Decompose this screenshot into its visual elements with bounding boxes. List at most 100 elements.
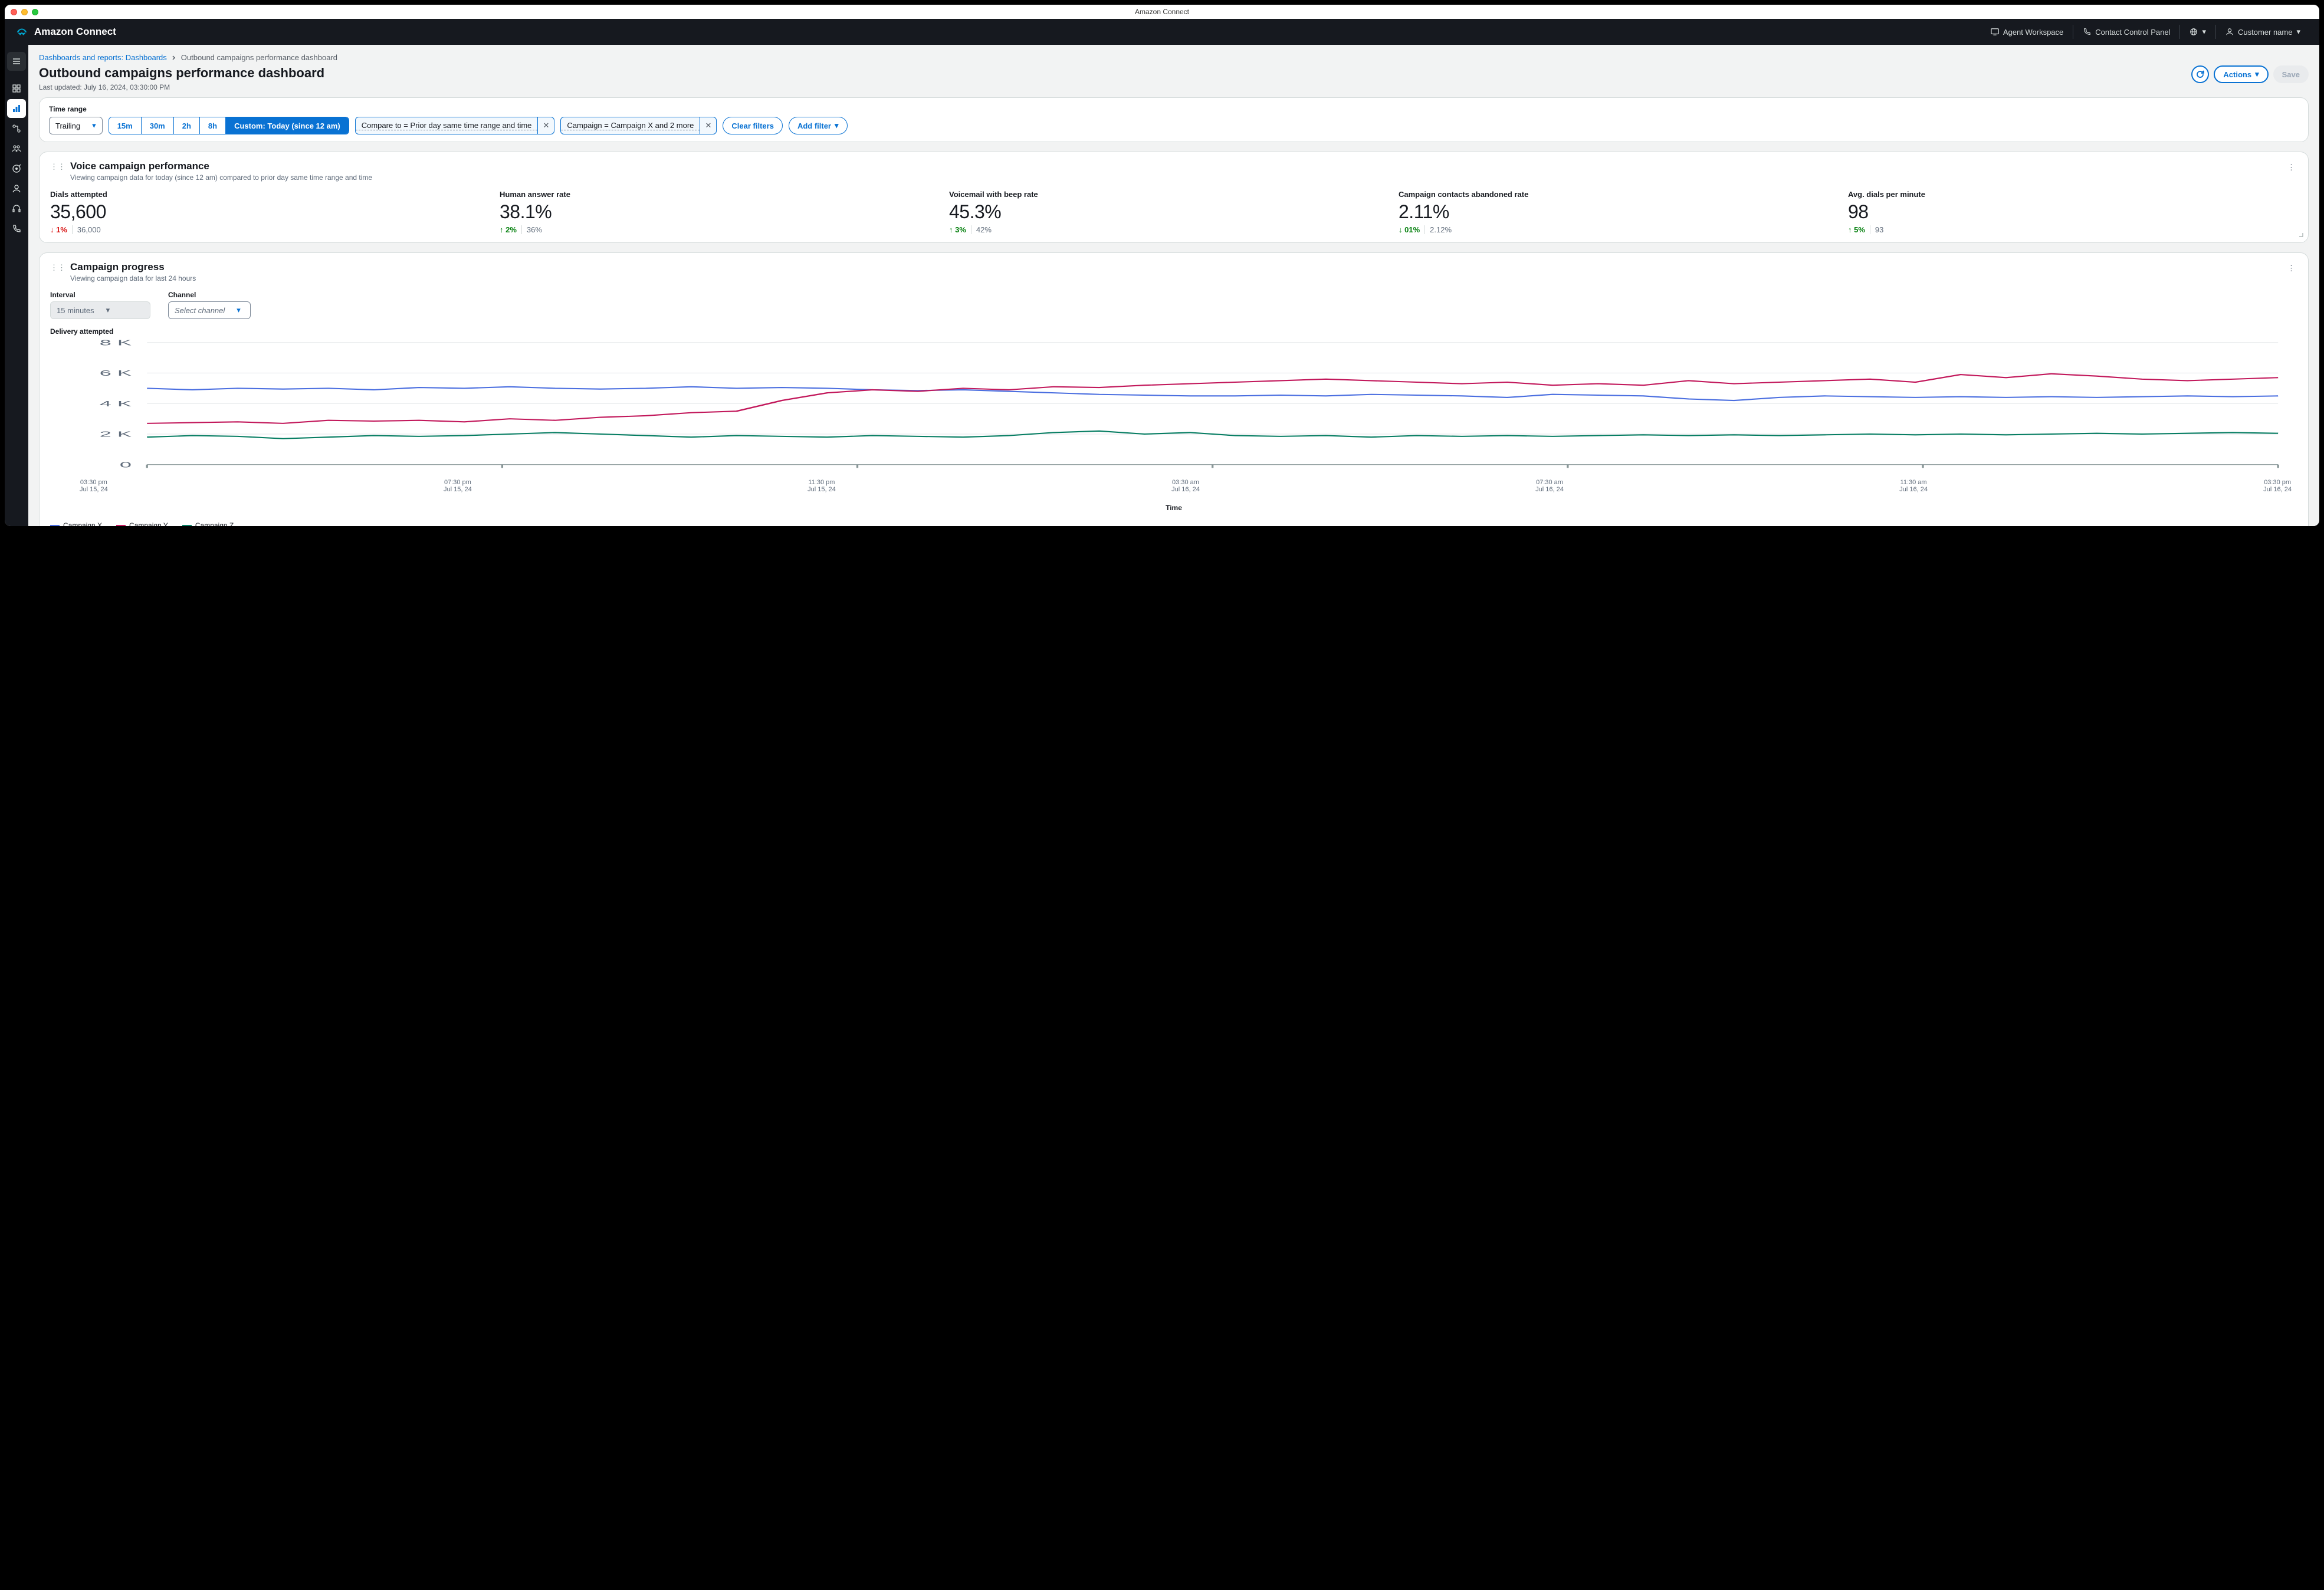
progress-panel-subtitle: Viewing campaign data for last 24 hours [70, 274, 196, 282]
time-range-segments: 15m30m2h8hCustom: Today (since 12 am) [109, 117, 349, 134]
save-button: Save [2273, 65, 2309, 83]
mac-titlebar: Amazon Connect [5, 5, 2319, 19]
metric-label: Dials attempted [50, 190, 488, 199]
sidebar-headset[interactable] [7, 199, 26, 218]
metric-previous: 93 [1870, 225, 1883, 234]
target-icon [12, 164, 21, 173]
metric: Avg. dials per minute98↑ 5%93 [1848, 190, 2297, 234]
sidebar-analytics[interactable] [7, 99, 26, 118]
legend-item[interactable]: Campaign Z [182, 521, 234, 526]
sidebar-phone[interactable] [7, 219, 26, 238]
drag-handle-icon[interactable]: ⋮⋮ [50, 263, 65, 272]
breadcrumbs: Dashboards and reports: Dashboards Outbo… [39, 53, 2309, 62]
x-tick-label: 07:30 pmJul 15, 24 [444, 479, 472, 493]
channel-select[interactable]: Select channel ▾ [168, 301, 251, 319]
trailing-select[interactable]: Trailing ▾ [49, 117, 103, 134]
panel-menu-button[interactable]: ⋮ [2285, 261, 2297, 275]
caret-down-icon: ▾ [2202, 27, 2206, 37]
x-tick-label: 03:30 pmJul 16, 24 [2263, 479, 2292, 493]
y-axis-title: Delivery attempted [50, 327, 2297, 336]
voice-performance-panel: ⋮⋮ Voice campaign performance Viewing ca… [39, 152, 2309, 243]
metric-delta: ↓ 01% [1399, 225, 1420, 234]
voice-panel-subtitle: Viewing campaign data for today (since 1… [70, 173, 372, 182]
sidebar-routing[interactable] [7, 119, 26, 138]
resize-handle-icon[interactable] [2296, 230, 2303, 239]
main-content: Dashboards and reports: Dashboards Outbo… [28, 45, 2319, 526]
breadcrumb-current: Outbound campaigns performance dashboard [181, 53, 337, 62]
metric-value: 2.11% [1399, 201, 1836, 223]
remove-compare-token[interactable]: ✕ [537, 117, 554, 134]
caret-down-icon: ▾ [2255, 70, 2259, 79]
legend-item[interactable]: Campaign X [50, 521, 102, 526]
remove-campaign-token[interactable]: ✕ [700, 117, 716, 134]
breadcrumb-root[interactable]: Dashboards and reports: Dashboards [39, 53, 167, 62]
x-tick-label: 03:30 pmJul 15, 24 [80, 479, 108, 493]
sidebar-apps[interactable] [7, 79, 26, 98]
time-segment-custom-today-since-12-am-[interactable]: Custom: Today (since 12 am) [226, 117, 349, 134]
time-segment-8h[interactable]: 8h [200, 117, 226, 134]
compare-token: Compare to = Prior day same time range a… [355, 117, 555, 134]
metric-label: Human answer rate [500, 190, 937, 199]
customer-menu[interactable]: Customer name ▾ [2217, 24, 2309, 40]
metric-previous: 36,000 [72, 225, 101, 234]
call-icon [12, 224, 21, 234]
filter-panel: Time range Trailing ▾ 15m30m2h8hCustom: … [39, 97, 2309, 142]
resize-handle-icon[interactable] [2296, 525, 2303, 526]
metric-value: 35,600 [50, 201, 488, 223]
time-segment-15m[interactable]: 15m [109, 117, 142, 134]
clear-filters-button[interactable]: Clear filters [723, 117, 783, 134]
svg-text:0: 0 [120, 461, 132, 469]
legend-item[interactable]: Campaign Y [116, 521, 168, 526]
metric-value: 98 [1848, 201, 2286, 223]
sidebar-users[interactable] [7, 139, 26, 158]
hamburger-icon [12, 57, 21, 66]
metric-previous: 36% [521, 225, 542, 234]
x-axis-labels: 03:30 pmJul 15, 24 07:30 pmJul 15, 24 11:3… [50, 479, 2297, 493]
page-title: Outbound campaigns performance dashboard [39, 65, 324, 81]
campaign-progress-panel: ⋮⋮ Campaign progress Viewing campaign da… [39, 252, 2309, 526]
time-range-label: Time range [49, 105, 2299, 113]
sidebar [5, 45, 28, 526]
refresh-button[interactable] [2191, 65, 2209, 83]
user-icon [2225, 28, 2234, 36]
refresh-icon [2195, 70, 2205, 79]
time-segment-30m[interactable]: 30m [142, 117, 174, 134]
sidebar-campaigns[interactable] [7, 159, 26, 178]
caret-down-icon: ▾ [92, 121, 96, 130]
x-axis-title: Time [50, 504, 2297, 512]
metric-delta: ↓ 1% [50, 225, 67, 234]
x-tick-label: 11:30 pmJul 15, 24 [808, 479, 836, 493]
progress-panel-title: Campaign progress [70, 261, 196, 273]
panel-menu-button[interactable]: ⋮ [2285, 160, 2297, 175]
metric: Voicemail with beep rate45.3%↑ 3%42% [949, 190, 1399, 234]
chart-legend: Campaign X Campaign Y Campaign Z [50, 521, 2297, 526]
users-icon [12, 144, 21, 153]
metric-delta: ↑ 5% [1848, 225, 1865, 234]
ccp-link[interactable]: Contact Control Panel [2074, 24, 2178, 40]
caret-down-icon: ▾ [2296, 27, 2300, 37]
svg-text:6 K: 6 K [100, 369, 132, 377]
sidebar-menu-toggle[interactable] [7, 52, 26, 71]
locale-menu[interactable]: ▾ [2181, 24, 2214, 40]
add-filter-button[interactable]: Add filter ▾ [789, 117, 848, 134]
flow-icon [12, 124, 21, 133]
caret-down-icon: ▾ [237, 305, 241, 315]
brand-logo[interactable]: Amazon Connect [15, 25, 116, 38]
legend-swatch [50, 525, 60, 526]
time-segment-2h[interactable]: 2h [174, 117, 200, 134]
metric-label: Campaign contacts abandoned rate [1399, 190, 1836, 199]
caret-down-icon: ▾ [835, 121, 839, 130]
caret-down-icon: ▾ [106, 305, 110, 315]
agent-workspace-link[interactable]: Agent Workspace [1982, 24, 2072, 40]
svg-text:2 K: 2 K [100, 430, 132, 438]
svg-text:4 K: 4 K [100, 400, 132, 408]
metric-value: 38.1% [500, 201, 937, 223]
drag-handle-icon[interactable]: ⋮⋮ [50, 162, 65, 172]
metric-value: 45.3% [949, 201, 1387, 223]
channel-label: Channel [168, 291, 251, 299]
brand-name: Amazon Connect [34, 26, 116, 38]
sidebar-profile[interactable] [7, 179, 26, 198]
interval-select: 15 minutes ▾ [50, 301, 150, 319]
actions-menu[interactable]: Actions ▾ [2214, 65, 2268, 83]
topbar: Amazon Connect Agent Workspace Contact C… [5, 19, 2319, 45]
